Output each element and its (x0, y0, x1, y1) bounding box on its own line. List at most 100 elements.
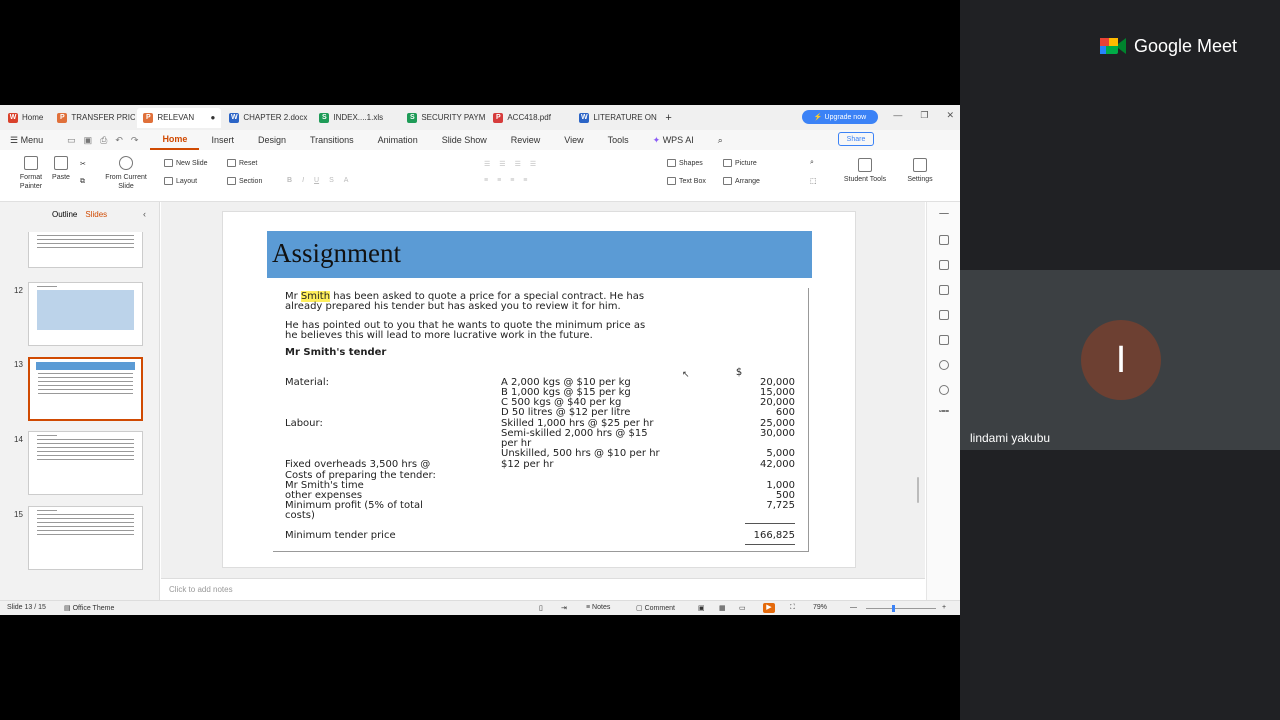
search-icon[interactable]: ⌕ (706, 130, 735, 150)
fit-icon[interactable]: ▯ (539, 604, 543, 612)
bold-icon[interactable]: B (287, 177, 292, 184)
tab-ribbon-slide-show[interactable]: Slide Show (430, 130, 499, 150)
strikethrough-icon[interactable]: S (329, 177, 334, 184)
share-button[interactable]: Share (838, 132, 874, 146)
tab-ribbon-transitions[interactable]: Transitions (298, 130, 366, 150)
tab-ribbon-design[interactable]: Design (246, 130, 298, 150)
fit-window-icon[interactable]: ⛶ (790, 604, 795, 612)
tab-ribbon-wps-ai[interactable]: ✦ WPS AI (641, 130, 706, 150)
minimize-icon[interactable]: — (893, 110, 902, 121)
settings-label: Settings (907, 176, 933, 183)
undo-icon[interactable]: ↶ (115, 135, 123, 146)
align-right-icon[interactable]: ≡ (510, 177, 514, 184)
slide-thumbnail-15[interactable] (28, 506, 143, 570)
tab-outline[interactable]: Outline (52, 210, 77, 219)
zoom-in-icon[interactable]: + (942, 604, 946, 611)
tab-ribbon-animation[interactable]: Animation (366, 130, 430, 150)
new-tab-button[interactable]: + (659, 108, 677, 128)
format-painter-button[interactable]: Format Painter (16, 156, 46, 191)
numbering-icon[interactable]: ☰ (499, 160, 505, 168)
main-menu-button[interactable]: ☰ Menu (0, 130, 55, 150)
normal-view-icon[interactable]: ▣ (698, 604, 705, 612)
picture-button[interactable]: Picture (723, 159, 757, 167)
tab-ribbon-home[interactable]: Home (150, 130, 200, 150)
tab-literature[interactable]: W LITERATURE ON V (573, 108, 657, 128)
find-icon[interactable]: ⌕ (810, 159, 814, 167)
export-icon[interactable]: ⇥ (561, 604, 567, 612)
reset-button[interactable]: Reset (227, 159, 257, 167)
text-box-button[interactable]: Text Box (667, 177, 706, 185)
justify-icon[interactable]: ≡ (523, 177, 527, 184)
tab-chapter-2[interactable]: W CHAPTER 2.docx (223, 108, 311, 128)
align-left-icon[interactable]: ≡ (484, 177, 488, 184)
underline-icon[interactable]: U (314, 177, 319, 184)
align-center-icon[interactable]: ≡ (497, 177, 501, 184)
star-icon[interactable] (939, 310, 949, 320)
tab-security-payment[interactable]: SSECURITY PAYMEN (401, 108, 485, 128)
tab-ribbon-insert[interactable]: Insert (199, 130, 246, 150)
adjust-icon[interactable] (939, 335, 949, 345)
zoom-slider[interactable] (866, 608, 936, 609)
slide-thumbnail-14[interactable] (28, 431, 143, 495)
folder-icon[interactable]: ▭ (67, 135, 76, 146)
notes-button[interactable]: ≡ Notes (586, 604, 610, 611)
student-tools-button[interactable]: Student Tools (840, 158, 890, 184)
section-button[interactable]: Section (227, 177, 262, 185)
tab-transfer-pricing[interactable]: PTRANSFER PRICIN (51, 108, 135, 128)
zoom-level[interactable]: 79% (813, 604, 827, 611)
cut-icon[interactable]: ✂ (80, 160, 86, 168)
new-slide-button[interactable]: New Slide (164, 159, 208, 167)
minimize-panel-icon[interactable] (939, 212, 949, 214)
shapes-button[interactable]: Shapes (667, 159, 703, 167)
notes-pane[interactable]: Click to add notes (161, 578, 925, 600)
collapse-panel-icon[interactable]: ‹ (143, 209, 146, 219)
copy-style-icon[interactable] (939, 285, 949, 295)
from-current-slide-button[interactable]: From Current Slide (102, 156, 150, 191)
layout-button[interactable]: Layout (164, 177, 197, 185)
upgrade-button[interactable]: ⚡ Upgrade now (802, 110, 878, 124)
tab-slides[interactable]: Slides (85, 210, 107, 219)
tab-ribbon-review[interactable]: Review (499, 130, 553, 150)
font-color-icon[interactable]: A (344, 177, 349, 184)
indent-icon[interactable]: ☰ (515, 160, 521, 168)
restore-icon[interactable]: ❐ (920, 110, 928, 121)
bullets-icon[interactable]: ☰ (484, 160, 490, 168)
more-icon[interactable] (939, 410, 949, 412)
print-icon[interactable]: ⎙ (100, 135, 107, 146)
slide[interactable]: Assignment Mr Smith has been asked to qu… (222, 211, 856, 568)
magic-wand-icon[interactable] (939, 235, 949, 245)
slide-panel: Outline Slides ‹ 12 13 14 15 (0, 202, 160, 600)
redo-icon[interactable]: ↷ (131, 135, 139, 146)
scroll-thumb[interactable] (917, 477, 919, 503)
tab-relevant[interactable]: P RELEVAN ● (137, 107, 222, 128)
history-icon[interactable] (939, 360, 949, 370)
slide-thumbnail-11[interactable] (28, 232, 143, 268)
settings-button[interactable]: Settings (900, 158, 940, 184)
help-icon[interactable] (939, 385, 949, 395)
tab-ribbon-view[interactable]: View (552, 130, 595, 150)
zoom-slider-knob[interactable] (892, 605, 895, 612)
tab-home[interactable]: W Home (2, 108, 49, 128)
zoom-out-icon[interactable]: — (850, 604, 857, 611)
theme-name[interactable]: ▤ Office Theme (64, 604, 114, 612)
status-bar: Slide 13 / 15 ▤ Office Theme ▯ ⇥ ≡ Notes… (0, 600, 960, 615)
close-icon[interactable]: ✕ (946, 110, 954, 121)
ai-assist-icon[interactable] (939, 260, 949, 270)
sorter-view-icon[interactable]: ▦ (719, 604, 726, 612)
tab-ribbon-tools[interactable]: Tools (596, 130, 641, 150)
paste-button[interactable]: Paste (50, 156, 72, 182)
reading-view-icon[interactable]: ▭ (739, 604, 746, 612)
slide-thumbnail-12[interactable] (28, 282, 143, 346)
select-icon[interactable]: ⬚ (810, 177, 817, 185)
slide-thumbnail-13[interactable] (28, 357, 143, 421)
arrange-button[interactable]: Arrange (723, 177, 760, 185)
italic-icon[interactable]: I (302, 177, 304, 184)
copy-icon[interactable]: ⧉ (80, 178, 85, 186)
tab-index[interactable]: S INDEX....1.xls (313, 108, 399, 128)
comment-button[interactable]: ▢ Comment (636, 604, 675, 612)
outdent-icon[interactable]: ☰ (530, 160, 536, 168)
tab-acc418[interactable]: P ACC418.pdf (487, 108, 571, 128)
vertical-scrollbar[interactable] (914, 205, 922, 575)
save-icon[interactable]: ▣ (84, 135, 93, 146)
slideshow-play-icon[interactable]: ▶ (763, 603, 775, 613)
